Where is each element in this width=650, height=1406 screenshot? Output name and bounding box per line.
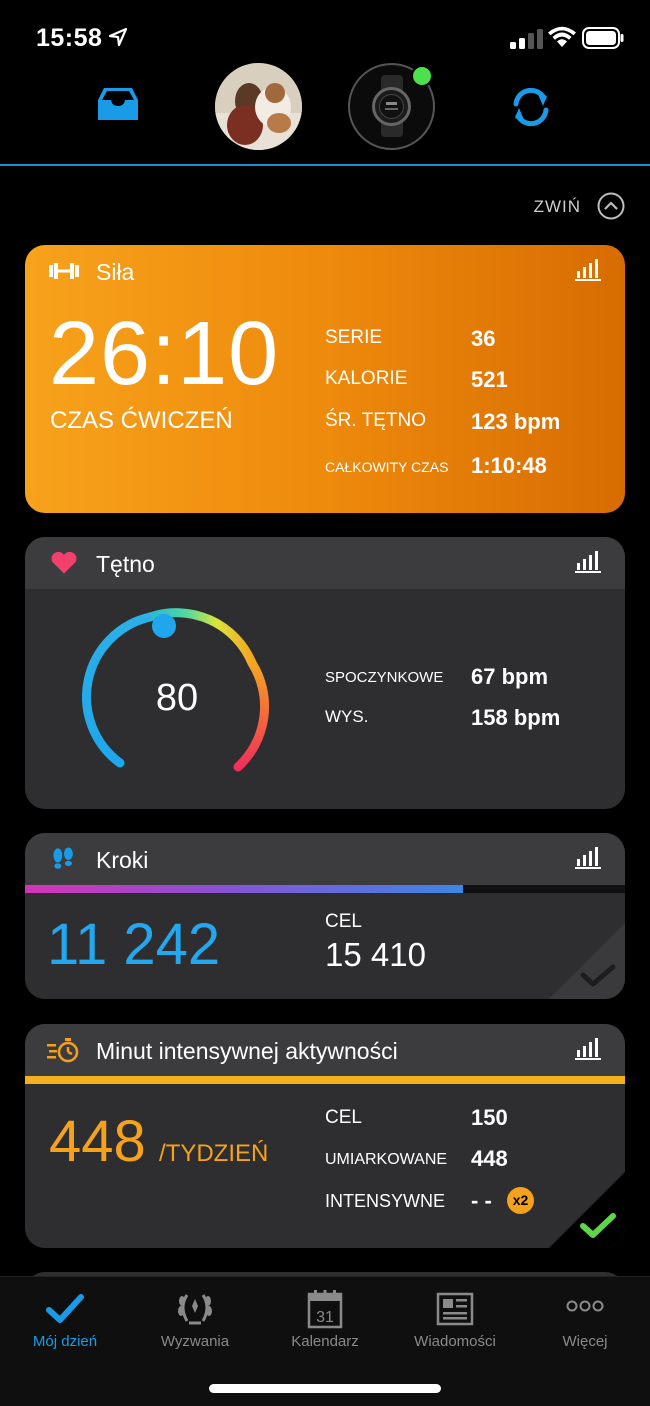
tab-label: Więcej [562, 1333, 608, 1350]
laurel-icon [178, 1294, 212, 1325]
stat-label-avg-hr: ŚR. TĘTNO [325, 410, 426, 431]
top-navigation [0, 60, 650, 166]
steps-goal-value: 15 410 [325, 936, 426, 973]
steps-progress-fill [25, 885, 463, 893]
current-heart-rate: 80 [155, 677, 199, 719]
stat-label-calories: KALORIE [325, 368, 408, 389]
intensity-minutes-title: Minut intensywnej aktywności [96, 1038, 398, 1064]
intensity-minutes-unit: /TYDZIEŃ [159, 1140, 269, 1167]
checkmark-icon [46, 1294, 84, 1323]
intensity-minutes-value: 448 [49, 1109, 146, 1174]
bar-chart-icon[interactable] [575, 1038, 601, 1060]
home-indicator[interactable] [209, 1384, 441, 1393]
stopwatch-icon [47, 1038, 79, 1063]
stat-label-goal: CEL [325, 1107, 362, 1128]
stat-value-sets: 36 [471, 326, 496, 351]
steps-progress-track [25, 885, 625, 893]
battery-icon [582, 27, 624, 49]
steps-goal-label: CEL [325, 911, 362, 932]
strength-title: Siła [96, 259, 135, 285]
profile-avatar[interactable] [215, 63, 302, 150]
device-connected-indicator [411, 65, 433, 87]
newspaper-icon [436, 1292, 474, 1326]
tab-more[interactable]: Więcej [520, 1277, 650, 1367]
calendar-date: 31 [316, 1309, 334, 1326]
stat-label-high: WYS. [325, 707, 369, 726]
steps-count: 11 242 [47, 912, 221, 977]
chevron-up-icon[interactable] [597, 192, 625, 220]
calendar-icon: 31 [307, 1290, 343, 1329]
stat-value-vigorous: - - [471, 1188, 492, 1213]
collapse-row[interactable]: ZWIŃ [0, 188, 650, 224]
heart-rate-title: Tętno [96, 551, 155, 577]
x2-badge: x2 [507, 1187, 534, 1214]
stat-label-sets: SERIE [325, 327, 383, 348]
stat-value-resting: 67 bpm [471, 664, 549, 689]
bar-chart-icon[interactable] [575, 847, 601, 869]
dumbbell-icon [49, 263, 79, 279]
tab-label: Wyzwania [160, 1333, 230, 1350]
intensity-minutes-card[interactable]: Minut intensywnej aktywności 448 /TYDZIE… [25, 1024, 625, 1248]
bar-chart-icon[interactable] [575, 551, 601, 573]
stat-value-goal: 150 [471, 1105, 508, 1130]
bar-chart-icon[interactable] [575, 259, 601, 281]
heart-rate-card[interactable]: Tętno 80 SPOCZYNKOWE 67 bpm WYS. 158 bpm [25, 537, 625, 809]
avatar-photo [215, 63, 302, 150]
stat-label-vigorous: INTENSYWNE [325, 1191, 446, 1211]
tab-label: Wiadomości [414, 1333, 496, 1350]
stat-label-resting: SPOCZYNKOWE [325, 669, 444, 686]
inbox-icon[interactable] [96, 86, 140, 122]
stat-value-avg-hr: 123 bpm [471, 409, 561, 434]
stat-value-moderate: 448 [471, 1146, 508, 1171]
heart-icon [51, 551, 77, 574]
steps-title: Kroki [96, 847, 149, 873]
tab-label: Kalendarz [291, 1333, 359, 1350]
location-arrow-icon [108, 27, 128, 47]
stat-value-high: 158 bpm [471, 705, 561, 730]
goal-not-met-check-icon [549, 923, 625, 999]
status-time: 15:58 [36, 24, 103, 52]
stat-label-total-time: CAŁKOWITY CZAS [325, 459, 449, 475]
wifi-icon [548, 26, 576, 47]
workout-time-label: CZAS ĆWICZEŃ [50, 407, 233, 434]
tab-news[interactable]: Wiadomości [390, 1277, 520, 1367]
tab-calendar[interactable]: 31 Kalendarz [260, 1277, 390, 1367]
workout-time: 26:10 [49, 304, 280, 404]
stat-value-total-time: 1:10:48 [471, 453, 547, 478]
tab-label: Mój dzień [32, 1333, 98, 1350]
stat-label-moderate: UMIARKOWANE [325, 1151, 448, 1168]
steps-card[interactable]: Kroki 11 242 CEL 15 410 [25, 833, 625, 999]
cellular-signal-icon [510, 29, 543, 49]
tab-my-day[interactable]: Mój dzień [0, 1277, 130, 1367]
sync-icon[interactable] [506, 82, 556, 132]
more-icon [566, 1300, 604, 1312]
intensity-progress-bar [25, 1076, 625, 1084]
strength-activity-card[interactable]: Siła 26:10 CZAS ĆWICZEŃ SERIE 36 KALORIE… [25, 245, 625, 513]
collapse-label[interactable]: ZWIŃ [534, 197, 581, 217]
footprints-icon [53, 847, 73, 869]
stat-value-calories: 521 [471, 367, 508, 392]
goal-met-check-icon [549, 1172, 625, 1248]
tab-challenges[interactable]: Wyzwania [130, 1277, 260, 1367]
